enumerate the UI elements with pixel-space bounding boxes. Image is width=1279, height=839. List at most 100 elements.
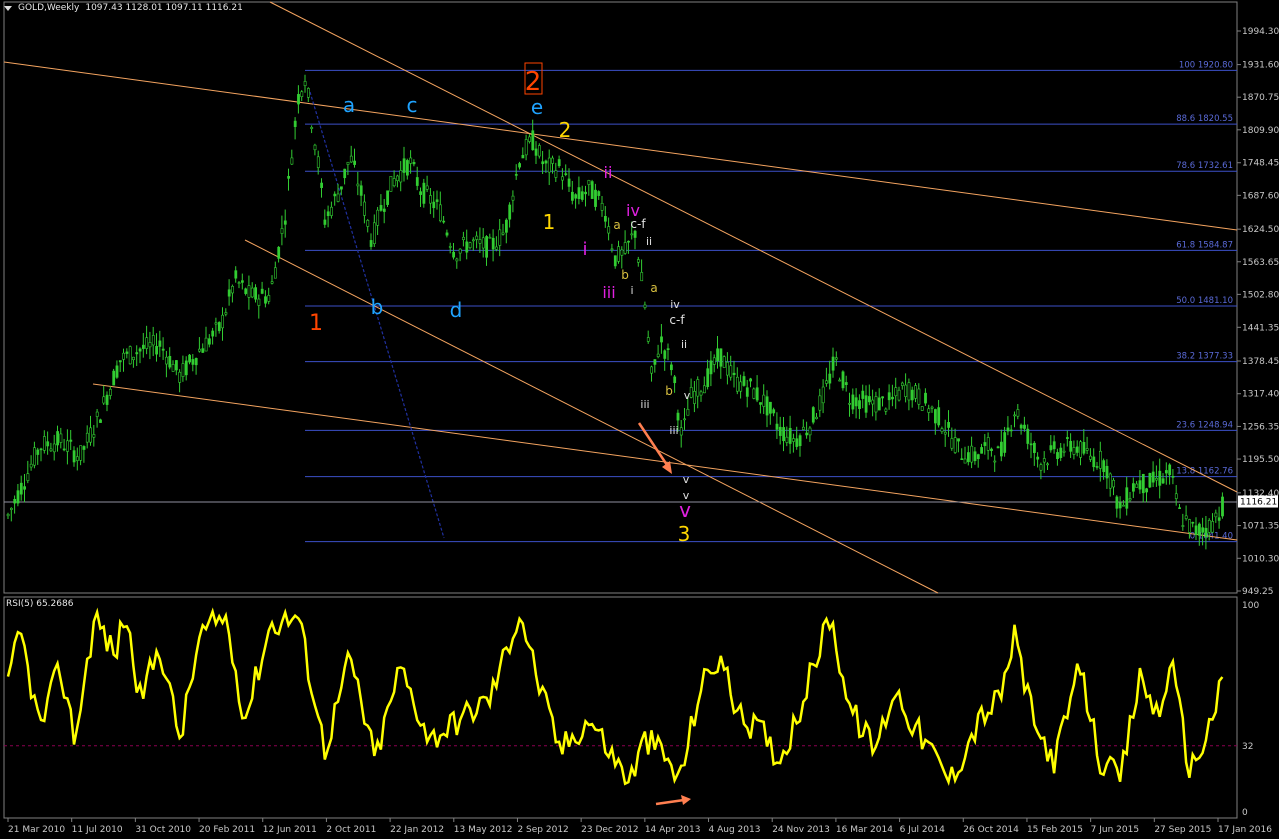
candle-body [221,314,225,329]
wave-label: i [630,284,633,297]
candle-body [204,337,208,352]
candle-body [409,157,413,164]
candle-body [768,401,772,414]
wave-label: 1 [543,210,556,234]
time-tick-label: 21 Mar 2010 [8,825,65,835]
candle-body [99,419,102,423]
main-panel-border [3,1,1238,594]
candle-body [297,94,300,105]
candle-body [145,337,149,349]
fib-level-label: 61.8 1584.87 [1176,240,1233,250]
candle-body [155,346,159,355]
candle-body [465,241,469,253]
candle-body [607,226,611,234]
price-tick-label: 1563.65 [1242,258,1279,268]
candle-body [792,438,795,442]
candle-body [310,127,314,129]
candle-body [706,368,710,387]
price-tick-label: 1378.45 [1242,357,1279,367]
candle-body [151,335,155,346]
candle-body [445,232,449,236]
fib-level-label: 88.6 1820.55 [1176,114,1233,124]
wave-label: b [371,295,384,319]
candle-body [957,438,960,442]
wave-label: e [531,95,543,119]
candle-body [1118,502,1122,509]
candle-body [82,446,86,450]
time-tick-label: 31 Oct 2010 [135,825,191,835]
candle-body [359,185,363,196]
price-tick-label: 1256.35 [1242,422,1279,432]
candle-body [501,232,505,235]
candle-body [1062,450,1066,453]
candle-body [808,427,812,436]
candle-body [1029,443,1033,446]
candle-body [719,348,723,367]
candle-body [874,396,878,413]
candle-body [693,391,696,404]
candle-body [521,154,525,159]
candle-body [399,170,403,183]
candle-body [722,356,726,368]
candle-body [660,336,663,343]
candle-body [280,228,284,234]
candle-body [518,163,522,168]
candle-body [1099,450,1102,469]
candle-body [1211,521,1215,533]
price-tick-label: 1624.50 [1242,225,1279,235]
candle-body [729,365,733,378]
candle-body [577,187,581,200]
price-tick-label: 1931.60 [1242,61,1279,71]
candle-body [52,443,56,453]
candle-body [72,450,76,463]
candle-body [881,396,885,399]
candle-body [105,394,109,405]
candle-body [363,201,366,216]
candle-body [940,428,944,432]
candle-body [386,190,390,205]
chart-window[interactable]: GOLD,Weekly 1097.43 1128.01 1097.11 1116… [0,0,1279,839]
candle-body [561,176,564,181]
price-chart[interactable]: 100 1920.80 88.6 1820.55 78.6 1732.61 61.8 … [0,0,1279,839]
candle-body [775,423,779,430]
candle-body [283,220,287,225]
candle-body [161,348,165,351]
candle-body [970,445,974,463]
candle-body [785,436,789,443]
candle-body [504,219,508,233]
candle-body [267,295,271,302]
candle-body [211,330,215,337]
candle-body [485,236,489,258]
candle-body [462,236,465,241]
candle-body [1194,525,1198,535]
price-tick-label: 1748.45 [1242,159,1279,169]
candle-body [1108,473,1112,489]
time-tick-label: 13 May 2012 [454,825,513,835]
candle-body [349,155,353,163]
candle-body [980,447,984,454]
candle-body [669,364,673,371]
candle-body [1089,455,1092,460]
candle-body [973,451,977,462]
candle-body [339,186,343,190]
price-tick-label: 949.25 [1242,587,1274,597]
candle-body [726,361,729,376]
candle-body [244,288,248,294]
candle-body [109,388,112,396]
price-tick-label: 1441.35 [1242,323,1279,333]
candle-body [201,348,205,353]
candle-body [1006,427,1010,432]
candle-body [666,348,670,350]
candle-body [422,182,426,204]
candle-body [864,395,868,413]
trend-line-long-resistance [3,61,1238,231]
candle-body [887,392,891,401]
candle-body [851,394,855,410]
candle-body [333,193,337,197]
time-tick-label: 14 Apr 2013 [645,825,701,835]
rsi-axis-label: 32 [1242,742,1253,752]
candle-body [79,445,83,461]
candle-body [19,482,23,495]
candle-body [389,176,393,192]
candle-body [867,396,871,403]
